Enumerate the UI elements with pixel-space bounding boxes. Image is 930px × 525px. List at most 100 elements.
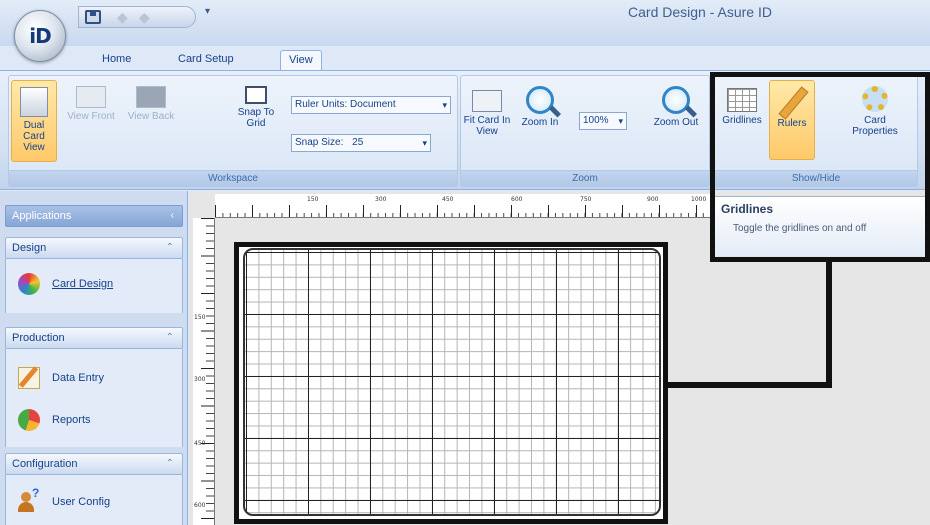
tab-view[interactable]: View (280, 50, 322, 70)
chevron-down-icon: ▾ (422, 138, 427, 148)
applications-header[interactable]: Applications ‹ (5, 205, 183, 227)
ribbon-tabs: Home Card Setup View (0, 46, 930, 70)
ruler-units-select[interactable]: Ruler Units: Document ▾ (291, 96, 451, 114)
zoom-group: Fit Card In View Zoom In 100% ▾ Zoom Out… (460, 75, 710, 187)
card-design-link[interactable]: Card Design (52, 278, 113, 290)
window-title: Card Design - Asure ID (628, 4, 772, 20)
user-config-icon: ? (18, 487, 40, 513)
ruler-units-label: Ruler Units: (295, 99, 348, 110)
ruler-major-ticks (215, 205, 715, 217)
snap-to-grid-button[interactable]: Snap To Grid (229, 86, 283, 129)
card-design-icon (18, 273, 40, 295)
snap-to-grid-label: Snap To Grid (237, 107, 275, 129)
title-bar: ◆ ◆ ▾ Card Design - Asure ID (0, 0, 930, 46)
applications-panel: Applications ‹ Design ⌃ Card Design Prod… (0, 191, 188, 525)
data-entry-label: Data Entry (52, 372, 104, 384)
zoom-group-label: Zoom (461, 170, 709, 186)
reports-label: Reports (52, 414, 91, 426)
dual-card-view-button[interactable]: Dual Card View (11, 80, 57, 162)
card-properties-button[interactable]: Card Properties (843, 86, 907, 137)
tab-card-setup[interactable]: Card Setup (170, 50, 242, 70)
data-entry-icon (18, 367, 40, 389)
fit-card-label: Fit Card In View (463, 115, 511, 137)
collapse-icon[interactable]: ⌃ (166, 454, 174, 474)
ruler-icon (777, 87, 807, 115)
ruler-label: 900 (647, 196, 659, 203)
ruler-major-ticks (201, 218, 214, 525)
snap-size-label: Snap Size: (295, 137, 344, 148)
show-hide-group: Gridlines Rulers Card Properties Show/Hi… (714, 75, 918, 187)
fit-card-button[interactable]: Fit Card In View (463, 90, 511, 137)
fit-card-icon (472, 90, 502, 112)
ruler-label: 600 (511, 196, 523, 203)
view-back-icon (136, 86, 166, 108)
snap-size-select[interactable]: Snap Size: 25 ▾ (291, 134, 431, 152)
show-hide-group-label: Show/Hide (715, 170, 917, 186)
view-front-button[interactable]: View Front (61, 86, 121, 122)
design-section-title: Design (12, 242, 47, 254)
application-button[interactable]: iD (14, 10, 66, 62)
horizontal-ruler: 150 300 450 600 750 900 1000 (215, 194, 715, 218)
gridlines-icon (727, 88, 757, 112)
callout-connector (665, 382, 832, 388)
production-section-header[interactable]: Production ⌃ (5, 327, 183, 349)
ruler-label: 600 (194, 502, 206, 509)
ruler-label: 300 (375, 196, 387, 203)
zoom-out-label: Zoom Out (653, 117, 699, 128)
gridlines-tooltip: Gridlines Toggle the gridlines on and of… (715, 196, 926, 256)
ruler-label: 150 (307, 196, 319, 203)
chevron-down-icon: ▾ (442, 100, 447, 110)
dual-card-view-label: Dual Card View (23, 120, 45, 153)
zoom-out-icon (662, 86, 690, 114)
workspace-group: Dual Card View View Front View Back Snap… (8, 75, 458, 187)
snap-size-value: 25 (352, 137, 364, 148)
vertical-ruler: 150 300 450 600 (193, 218, 215, 525)
production-section-body: Data Entry Reports (5, 349, 183, 447)
zoom-level-select[interactable]: 100% ▾ (579, 112, 627, 130)
ruler-label: 750 (580, 196, 592, 203)
app-logo: iD (29, 24, 51, 48)
collapse-icon[interactable]: ⌃ (166, 238, 174, 258)
reports-icon (18, 409, 40, 431)
tab-home[interactable]: Home (94, 50, 139, 70)
gridlines-label: Gridlines (722, 115, 762, 126)
ruler-label: 450 (194, 440, 206, 447)
chevron-down-icon: ▾ (618, 116, 623, 126)
ruler-label: 450 (442, 196, 454, 203)
ruler-label: 1000 (691, 196, 707, 203)
design-section-header[interactable]: Design ⌃ (5, 237, 183, 259)
ruler-label: 150 (194, 314, 206, 321)
design-section-body: Card Design (5, 259, 183, 313)
view-back-label: View Back (127, 111, 175, 122)
ruler-units-value: Document (350, 99, 396, 110)
applications-title: Applications (12, 210, 72, 222)
tooltip-text: Toggle the gridlines on and off (733, 223, 867, 234)
ruler-label: 300 (194, 376, 206, 383)
gridlines-button[interactable]: Gridlines (719, 88, 765, 126)
collapse-icon[interactable]: ⌃ (166, 328, 174, 348)
rulers-button[interactable]: Rulers (769, 80, 815, 160)
snap-to-grid-icon (245, 86, 267, 104)
gear-icon (862, 86, 888, 112)
view-back-button[interactable]: View Back (123, 86, 179, 122)
zoom-out-button[interactable]: Zoom Out (647, 86, 705, 128)
card-properties-label: Card Properties (852, 115, 898, 137)
tooltip-title: Gridlines (721, 202, 774, 216)
user-config-label: User Config (52, 496, 111, 508)
workspace-group-label: Workspace (9, 170, 457, 186)
configuration-section-body: ? User Config (5, 475, 183, 525)
sidebar-item-data-entry[interactable]: Data Entry (18, 363, 178, 393)
configuration-section-header[interactable]: Configuration ⌃ (5, 453, 183, 475)
zoom-level-value: 100% (583, 115, 609, 126)
view-front-icon (76, 86, 106, 108)
sidebar-item-reports[interactable]: Reports (18, 405, 178, 435)
sidebar-item-user-config[interactable]: ? User Config (18, 487, 178, 517)
card-canvas[interactable] (243, 248, 661, 516)
ribbon: Dual Card View View Front View Back Snap… (0, 70, 930, 190)
configuration-section-title: Configuration (12, 458, 78, 470)
zoom-in-label: Zoom In (521, 117, 559, 128)
zoom-in-button[interactable]: Zoom In (515, 86, 565, 128)
production-section-title: Production (12, 332, 65, 344)
zoom-in-icon (526, 86, 554, 114)
sidebar-item-card-design[interactable]: Card Design (18, 269, 178, 299)
